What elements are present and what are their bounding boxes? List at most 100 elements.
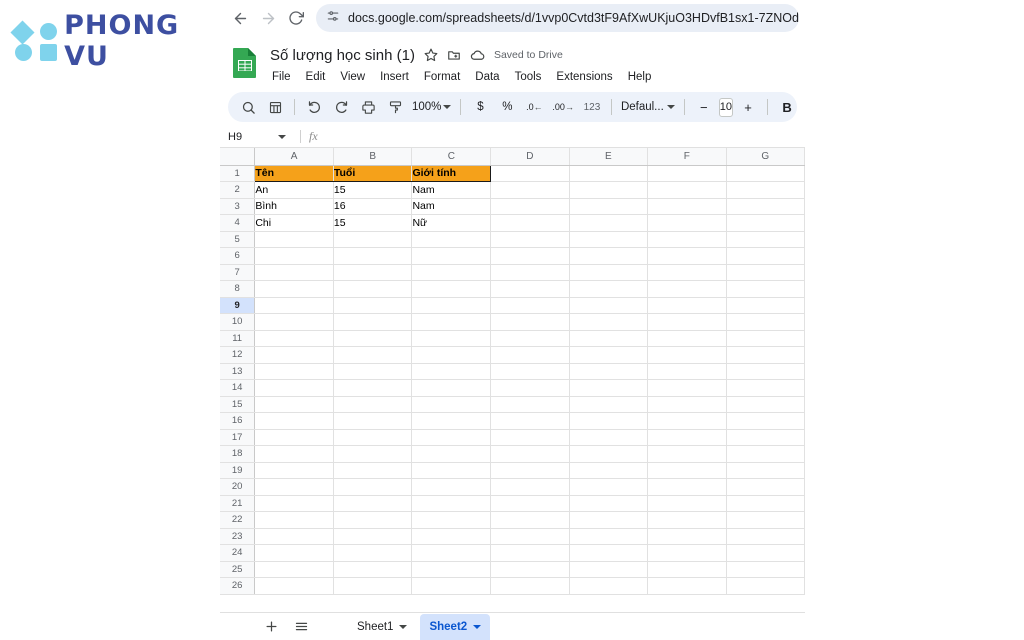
cell-c24[interactable] <box>411 544 492 562</box>
menu-format[interactable]: Format <box>422 70 462 84</box>
cell-d11[interactable] <box>490 330 570 347</box>
menu-tools[interactable]: Tools <box>513 70 544 84</box>
cell-f8[interactable] <box>647 280 727 298</box>
cell-c21[interactable] <box>411 495 492 512</box>
cell-f10[interactable] <box>647 313 727 331</box>
cell-b2[interactable]: 15 <box>333 181 413 199</box>
cell-a10[interactable] <box>254 313 334 331</box>
cell-c5[interactable] <box>411 231 492 248</box>
cell-c19[interactable] <box>411 462 492 479</box>
cell-g13[interactable] <box>726 363 805 380</box>
chevron-down-icon[interactable] <box>399 624 408 629</box>
cell-b16[interactable] <box>333 412 413 430</box>
cell-e21[interactable] <box>569 495 649 512</box>
row-header-6[interactable]: 6 <box>220 247 256 265</box>
row-header-3[interactable]: 3 <box>220 198 256 215</box>
row-header-13[interactable]: 13 <box>220 363 256 380</box>
cell-b26[interactable] <box>333 577 413 595</box>
cell-e24[interactable] <box>569 544 649 562</box>
font-size-input[interactable]: 10 <box>718 97 734 117</box>
cell-b15[interactable] <box>333 396 413 413</box>
cell-d5[interactable] <box>490 231 570 248</box>
cell-e10[interactable] <box>569 313 649 331</box>
cell-d12[interactable] <box>490 346 570 364</box>
cell-f24[interactable] <box>647 544 727 562</box>
cell-c2[interactable]: Nam <box>411 181 492 199</box>
cell-f22[interactable] <box>647 511 727 529</box>
cell-b18[interactable] <box>333 445 413 463</box>
cell-c25[interactable] <box>411 561 492 578</box>
cell-d4[interactable] <box>490 214 570 232</box>
cell-b19[interactable] <box>333 462 413 479</box>
column-header-b[interactable]: B <box>333 148 413 166</box>
row-header-21[interactable]: 21 <box>220 495 256 512</box>
cell-f14[interactable] <box>647 379 727 397</box>
cell-a4[interactable]: Chi <box>254 214 334 232</box>
cell-e9[interactable] <box>569 297 649 314</box>
menu-extensions[interactable]: Extensions <box>554 70 614 84</box>
cell-f1[interactable] <box>647 165 727 182</box>
back-arrow-icon[interactable] <box>226 4 254 32</box>
cell-g2[interactable] <box>726 181 805 199</box>
row-header-5[interactable]: 5 <box>220 231 256 248</box>
cell-b20[interactable] <box>333 478 413 496</box>
cell-e14[interactable] <box>569 379 649 397</box>
cell-a11[interactable] <box>254 330 334 347</box>
cell-f2[interactable] <box>647 181 727 199</box>
cell-d22[interactable] <box>490 511 570 529</box>
row-header-16[interactable]: 16 <box>220 412 256 430</box>
cell-f18[interactable] <box>647 445 727 463</box>
cell-d25[interactable] <box>490 561 570 578</box>
cell-a24[interactable] <box>254 544 334 562</box>
cell-b10[interactable] <box>333 313 413 331</box>
font-family-select[interactable]: Defaul... <box>619 95 677 119</box>
cell-f11[interactable] <box>647 330 727 347</box>
cell-c3[interactable]: Nam <box>411 198 492 215</box>
cell-b1[interactable]: Tuổi <box>332 164 413 182</box>
cell-g24[interactable] <box>726 544 805 562</box>
cell-f21[interactable] <box>647 495 727 512</box>
row-header-11[interactable]: 11 <box>220 330 256 347</box>
all-sheets-icon[interactable] <box>288 614 314 640</box>
cell-a20[interactable] <box>254 478 334 496</box>
cell-a3[interactable]: Bình <box>254 198 334 215</box>
cell-b14[interactable] <box>333 379 413 397</box>
cell-c4[interactable]: Nữ <box>411 214 492 232</box>
cell-d1[interactable] <box>490 165 570 182</box>
cell-g3[interactable] <box>726 198 805 215</box>
row-header-8[interactable]: 8 <box>220 280 256 298</box>
cell-g10[interactable] <box>726 313 805 331</box>
cell-a21[interactable] <box>254 495 334 512</box>
cell-g17[interactable] <box>726 429 805 446</box>
cell-d10[interactable] <box>490 313 570 331</box>
cell-b5[interactable] <box>333 231 413 248</box>
cell-b22[interactable] <box>333 511 413 529</box>
cell-e6[interactable] <box>569 247 649 265</box>
cell-g26[interactable] <box>726 577 805 595</box>
reload-icon[interactable] <box>282 4 310 32</box>
column-header-c[interactable]: C <box>411 148 492 166</box>
cell-d24[interactable] <box>490 544 570 562</box>
cell-e3[interactable] <box>569 198 649 215</box>
cell-e12[interactable] <box>569 346 649 364</box>
row-header-24[interactable]: 24 <box>220 544 256 562</box>
cell-a16[interactable] <box>254 412 334 430</box>
cell-a7[interactable] <box>254 264 334 281</box>
percent-format-button[interactable]: % <box>495 95 519 119</box>
cell-c22[interactable] <box>411 511 492 529</box>
cell-d14[interactable] <box>490 379 570 397</box>
menu-data[interactable]: Data <box>473 70 501 84</box>
cell-e2[interactable] <box>569 181 649 199</box>
row-header-4[interactable]: 4 <box>220 214 256 232</box>
cell-f9[interactable] <box>647 297 727 314</box>
cell-b21[interactable] <box>333 495 413 512</box>
move-to-folder-icon[interactable] <box>447 48 461 62</box>
column-header-g[interactable]: G <box>726 148 805 166</box>
cell-a17[interactable] <box>254 429 334 446</box>
cell-a22[interactable] <box>254 511 334 529</box>
row-header-12[interactable]: 12 <box>220 346 256 364</box>
cell-g14[interactable] <box>726 379 805 397</box>
cell-b11[interactable] <box>333 330 413 347</box>
cell-f5[interactable] <box>647 231 727 248</box>
cell-d23[interactable] <box>490 528 570 545</box>
